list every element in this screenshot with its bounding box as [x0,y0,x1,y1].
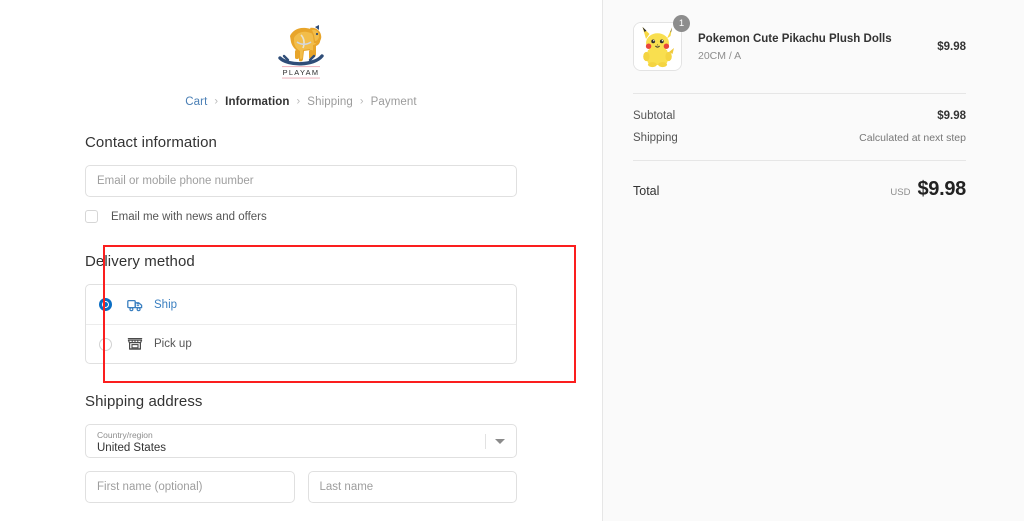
breadcrumb-item-payment[interactable]: Payment [371,96,417,108]
subtotal-row: Subtotal $9.98 [633,110,966,122]
email-field-placeholder: Email or mobile phone number [97,175,254,187]
delivery-method-section: Delivery method Ship Pick up [85,253,517,364]
country-region-value: United States [97,442,167,454]
order-item-title: Pokemon Cute Pikachu Plush Dolls [698,32,892,45]
total-row: Total USD $9.98 [633,178,966,201]
shipping-address-section: Shipping address Country/region United S… [85,393,517,503]
quantity-badge: 1 [673,15,690,32]
shipping-address-title: Shipping address [85,393,203,410]
total-currency: USD [890,187,911,198]
delivery-method-title: Delivery method [85,253,195,270]
order-item-price: $9.98 [937,40,966,53]
contact-information-title: Contact information [85,134,217,151]
country-region-label: Country/region [97,430,153,440]
checkout-page: PLAYAM Cart › Information › Shipping › P… [0,0,1024,521]
breadcrumb-item-information[interactable]: Information [225,96,289,108]
delivery-option-ship[interactable]: Ship [86,285,516,324]
breadcrumb: Cart › Information › Shipping › Payment [85,95,517,109]
delivery-option-ship-label: Ship [154,298,178,311]
name-fields-row: First name (optional) Last name [85,471,517,503]
newsletter-checkbox-label: Email me with news and offers [111,210,267,223]
shipping-value: Calculated at next step [859,132,966,144]
delivery-method-options: Ship Pick up [85,284,517,364]
subtotal-value: $9.98 [937,110,966,122]
breadcrumb-separator-icon: › [214,95,219,108]
shipping-row: Shipping Calculated at next step [633,132,966,144]
order-item-text: Pokemon Cute Pikachu Plush Dolls 20CM / … [698,32,923,62]
breadcrumb-separator-icon: › [359,95,364,108]
delivery-option-pickup-label: Pick up [154,338,192,350]
breadcrumb-separator-icon: › [296,95,301,108]
delivery-option-pickup[interactable]: Pick up [86,324,516,363]
checkout-main-column: PLAYAM Cart › Information › Shipping › P… [0,0,602,521]
email-field[interactable]: Email or mobile phone number [85,165,517,197]
total-value: $9.98 [917,178,966,200]
contact-information-section: Contact information Email or mobile phon… [85,134,517,223]
total-amount-group: USD $9.98 [890,178,966,201]
ship-radio[interactable] [99,298,112,311]
breadcrumb-item-shipping[interactable]: Shipping [307,96,353,108]
order-item-variant: 20CM / A [698,49,742,62]
select-divider [485,434,486,449]
summary-divider [633,93,966,94]
country-region-select[interactable]: Country/region United States [85,424,517,458]
total-divider [633,160,966,161]
order-line-item: 1 Pokemon Cute Pikachu Plush Dolls 20CM … [633,15,966,93]
newsletter-checkbox-row[interactable]: Email me with news and offers [85,210,517,223]
store-logo[interactable]: PLAYAM [85,22,517,84]
first-name-placeholder: First name (optional) [97,481,203,493]
newsletter-checkbox[interactable] [85,210,98,223]
subtotal-label: Subtotal [633,110,676,122]
delivery-truck-icon [127,297,143,313]
order-summary-panel: 1 Pokemon Cute Pikachu Plush Dolls 20CM … [602,0,1024,521]
chevron-down-icon[interactable] [495,439,505,444]
logo-wordmark: PLAYAM [283,68,320,77]
first-name-field[interactable]: First name (optional) [85,471,295,503]
rocking-horse-icon: PLAYAM [270,22,332,80]
total-label: Total [633,184,660,198]
breadcrumb-item-cart[interactable]: Cart [185,96,207,108]
pickup-radio[interactable] [99,337,112,351]
product-thumbnail-wrap: 1 [633,15,690,71]
last-name-placeholder: Last name [319,481,374,493]
shipping-label: Shipping [633,132,678,144]
last-name-field[interactable]: Last name [307,471,517,503]
storefront-icon [127,336,143,352]
